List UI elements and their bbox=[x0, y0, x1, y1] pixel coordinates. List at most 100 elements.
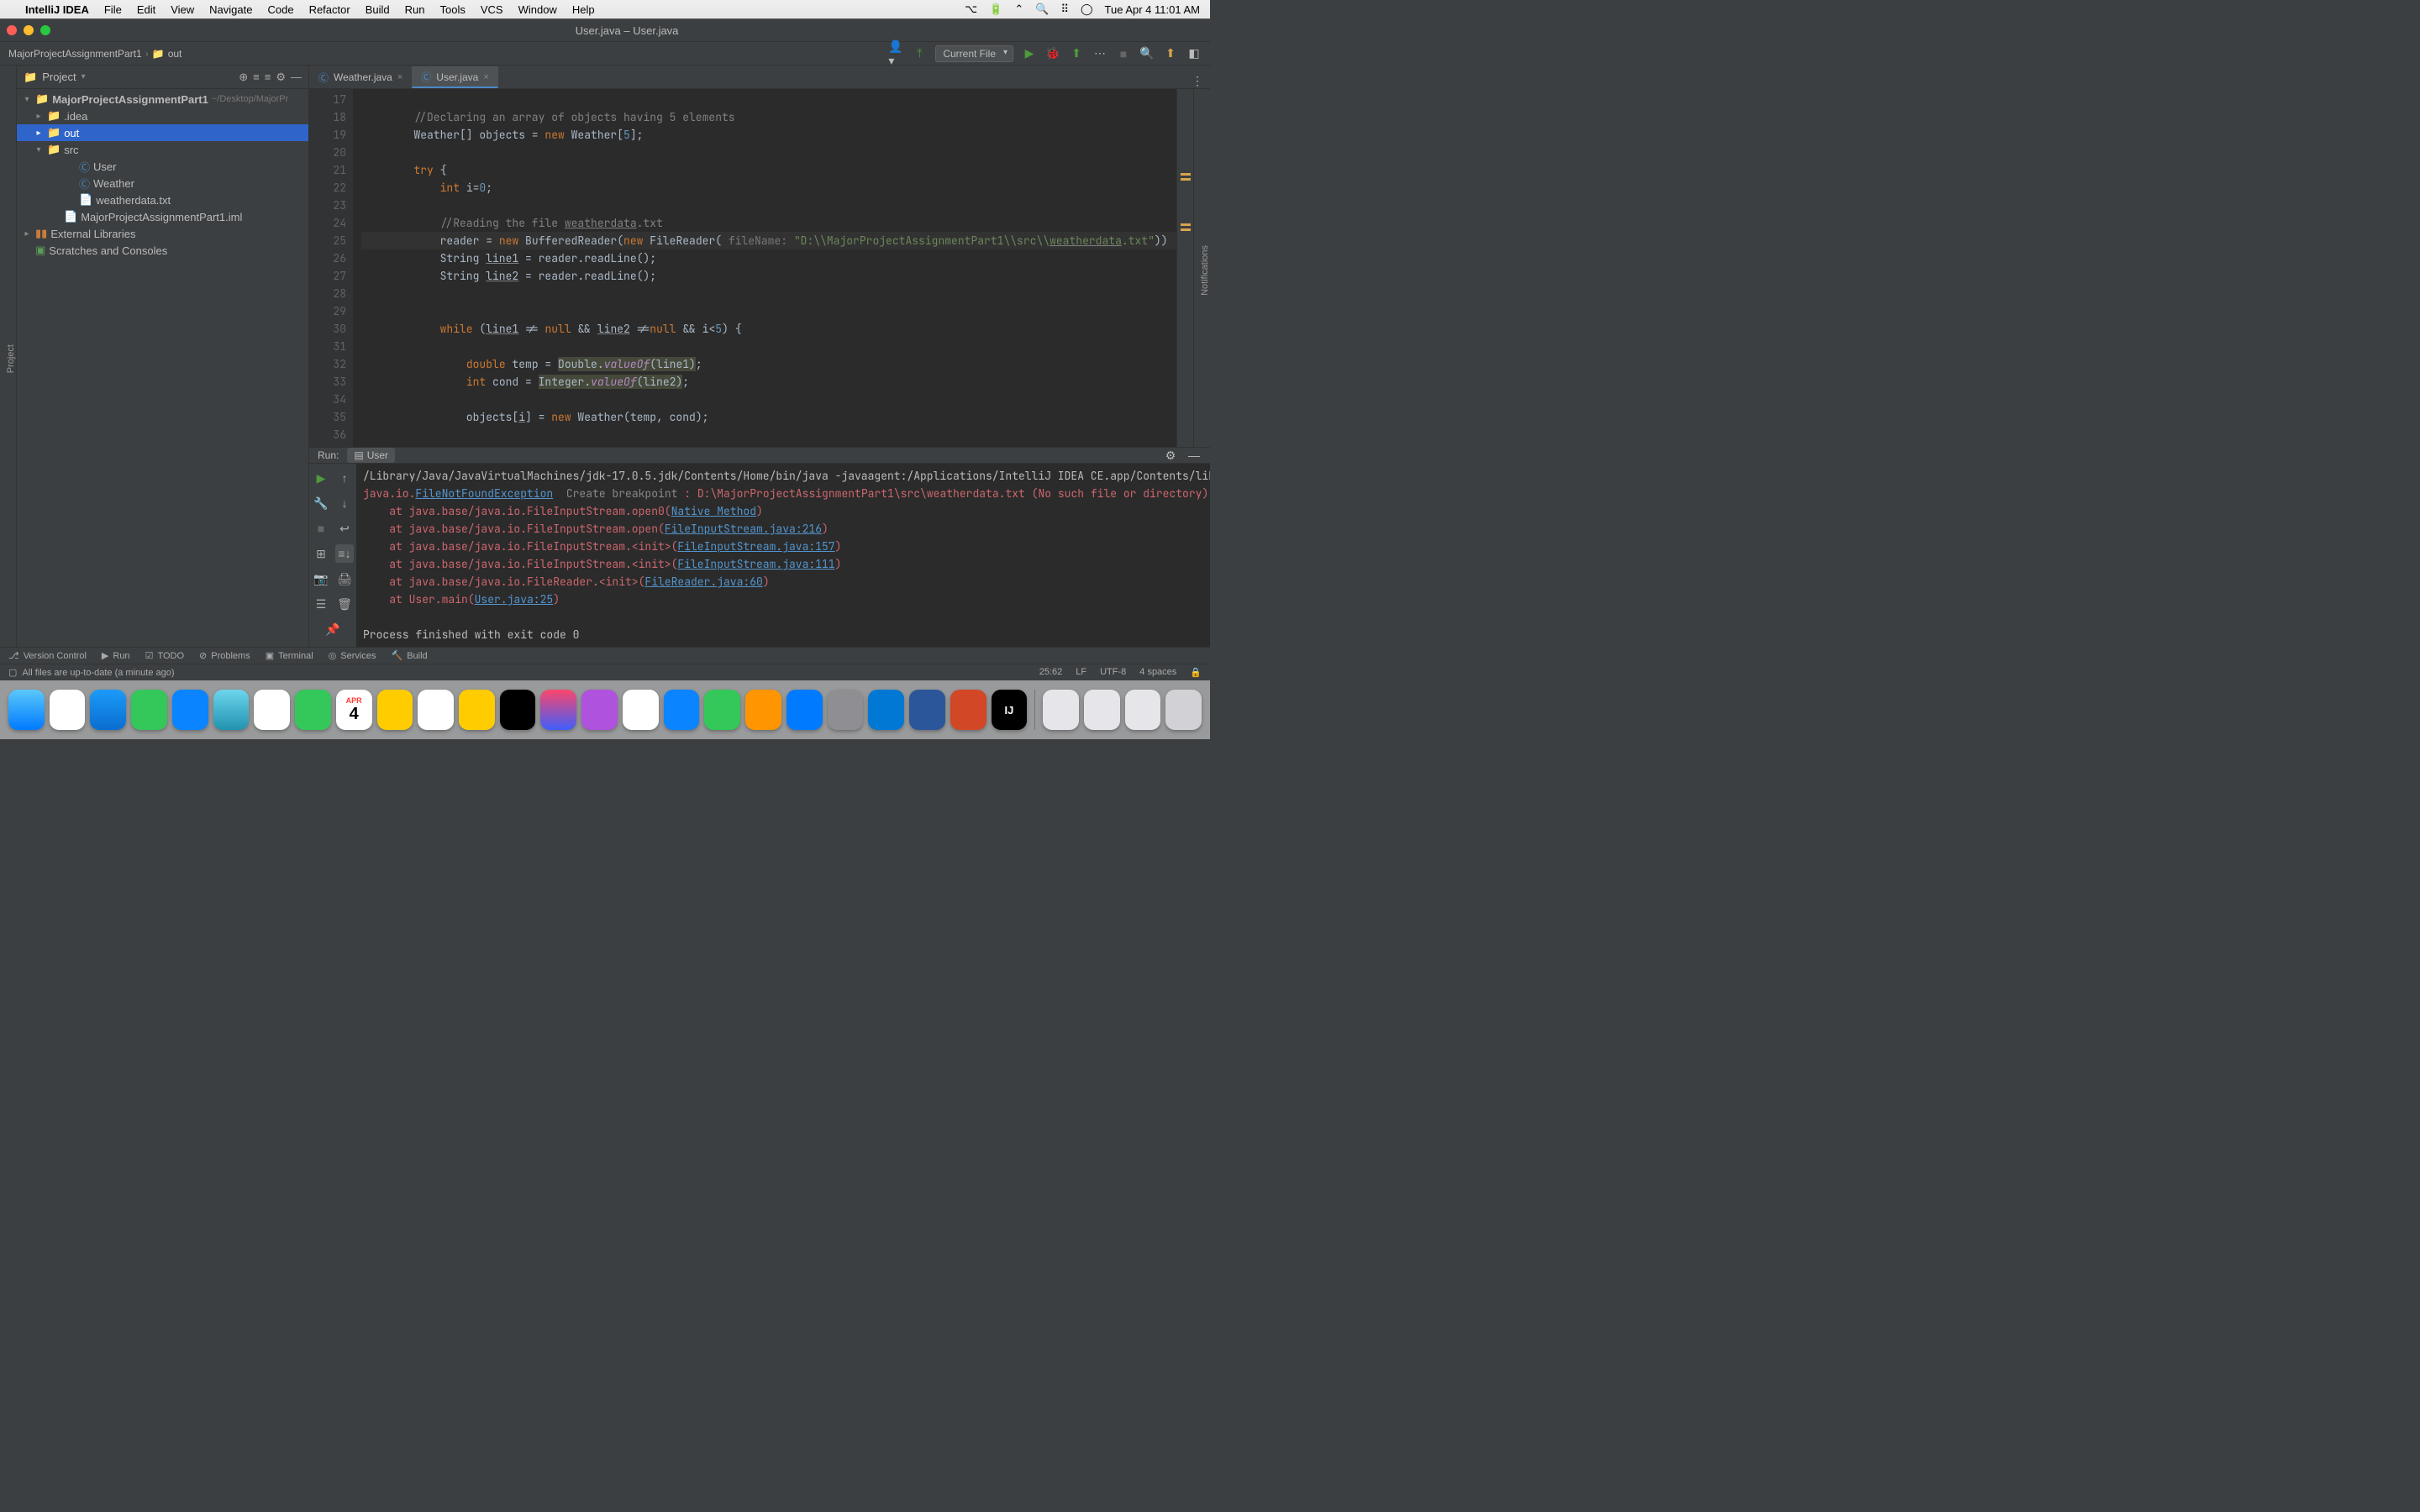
battery-icon[interactable]: 🔋 bbox=[989, 3, 1002, 16]
soft-wrap-icon[interactable]: ↩ bbox=[335, 519, 354, 538]
status-readonly-icon[interactable]: 🔒 bbox=[1190, 667, 1202, 678]
status-line-ending[interactable]: LF bbox=[1076, 667, 1086, 678]
menubar-clock[interactable]: Tue Apr 4 11:01 AM bbox=[1105, 3, 1200, 16]
build-icon[interactable]: ⤒ bbox=[912, 46, 927, 61]
dock-reminders[interactable] bbox=[418, 690, 454, 730]
status-caret-pos[interactable]: 25:62 bbox=[1039, 667, 1063, 678]
menu-edit[interactable]: Edit bbox=[137, 3, 155, 16]
run-console[interactable]: /Library/Java/JavaVirtualMachines/jdk-17… bbox=[356, 464, 1210, 647]
stop-process-icon[interactable]: ■ bbox=[312, 519, 330, 538]
menu-help[interactable]: Help bbox=[572, 3, 595, 16]
menu-app[interactable]: IntelliJ IDEA bbox=[25, 3, 89, 16]
camera-icon[interactable]: 📷 bbox=[312, 570, 330, 588]
editor-content[interactable]: //Declaring an array of objects having 5… bbox=[353, 89, 1176, 447]
wrench-icon[interactable]: 🔧 bbox=[312, 494, 330, 512]
dock-outlook[interactable] bbox=[868, 690, 904, 730]
scroll-to-end-icon[interactable]: ≡↓ bbox=[335, 544, 354, 563]
status-vcs-icon[interactable]: ▢ bbox=[8, 667, 17, 678]
profiler-button[interactable]: ⋯ bbox=[1092, 46, 1107, 61]
editor-more-icon[interactable]: ⋮ bbox=[1190, 73, 1205, 88]
layout-icon[interactable]: ⊞ bbox=[312, 544, 330, 563]
dock-music[interactable] bbox=[540, 690, 576, 730]
tool-todo[interactable]: ☑ TODO bbox=[145, 650, 184, 661]
project-view-title[interactable]: Project bbox=[42, 71, 76, 83]
run-settings-icon[interactable]: ⚙ bbox=[1163, 448, 1178, 463]
hide-toolwindow-icon[interactable]: — bbox=[291, 71, 302, 83]
project-tree[interactable]: ▾📁 MajorProjectAssignmentPart1 ~/Desktop… bbox=[17, 89, 308, 259]
status-indent[interactable]: 4 spaces bbox=[1139, 667, 1176, 678]
dock-mail[interactable] bbox=[172, 690, 208, 730]
menu-refactor[interactable]: Refactor bbox=[309, 3, 350, 16]
tab-weather[interactable]: ⒸWeather.java× bbox=[309, 66, 412, 88]
dock-appstore-2[interactable] bbox=[786, 690, 823, 730]
menu-run[interactable]: Run bbox=[405, 3, 425, 16]
tree-weatherdata[interactable]: 📄weatherdata.txt bbox=[17, 192, 308, 208]
notifications-tool-tab[interactable]: Notifications bbox=[1200, 245, 1210, 296]
dock-settings[interactable] bbox=[828, 690, 864, 730]
dock-notes[interactable] bbox=[459, 690, 495, 730]
tool-run[interactable]: ▶ Run bbox=[102, 650, 130, 661]
dock-podcasts[interactable] bbox=[581, 690, 618, 730]
tree-external-libs[interactable]: ▸▮▮External Libraries bbox=[17, 225, 308, 242]
ide-updates-icon[interactable]: ⬆ bbox=[1163, 46, 1178, 61]
trash-icon[interactable]: 🗑 bbox=[335, 595, 354, 613]
code-editor[interactable]: 1718192021222324252627282930313233343536… bbox=[309, 89, 1176, 447]
ide-settings-icon[interactable]: ◧ bbox=[1186, 46, 1202, 61]
breadcrumb-project[interactable]: MajorProjectAssignmentPart1 bbox=[8, 48, 142, 60]
window-close-button[interactable] bbox=[7, 25, 17, 35]
window-minimize-button[interactable] bbox=[24, 25, 34, 35]
run-config-selector[interactable]: Current File bbox=[935, 45, 1013, 62]
print-icon[interactable]: 🖨 bbox=[335, 570, 354, 588]
select-opened-file-icon[interactable]: ⊕ bbox=[239, 71, 248, 84]
coverage-button[interactable]: ⬆ bbox=[1069, 46, 1084, 61]
menu-build[interactable]: Build bbox=[366, 3, 390, 16]
run-config-tab[interactable]: ▤User bbox=[347, 448, 395, 463]
tree-weather[interactable]: ⒸWeather bbox=[17, 175, 308, 192]
status-encoding[interactable]: UTF-8 bbox=[1100, 667, 1126, 678]
dock-intellij[interactable]: IJ bbox=[992, 690, 1028, 730]
dock-numbers[interactable] bbox=[704, 690, 740, 730]
menu-vcs[interactable]: VCS bbox=[481, 3, 503, 16]
tree-scratches[interactable]: ▣Scratches and Consoles bbox=[17, 242, 308, 259]
editor-error-stripe[interactable] bbox=[1176, 89, 1193, 447]
tree-src[interactable]: ▾📁src bbox=[17, 141, 308, 158]
dock-recent-2[interactable] bbox=[1084, 690, 1120, 730]
tool-version-control[interactable]: ⎇ Version Control bbox=[8, 650, 87, 661]
expand-all-icon[interactable]: ≡ bbox=[253, 71, 260, 83]
breadcrumb-out[interactable]: 📁out bbox=[152, 48, 182, 60]
project-settings-icon[interactable]: ⚙ bbox=[276, 71, 286, 84]
dock-trash[interactable] bbox=[1165, 690, 1202, 730]
tool-services[interactable]: ◎ Services bbox=[329, 650, 376, 661]
tool-problems[interactable]: ⊘ Problems bbox=[199, 650, 250, 661]
pin-icon[interactable]: 📌 bbox=[324, 620, 342, 638]
dock-finder[interactable] bbox=[8, 690, 45, 730]
menu-file[interactable]: File bbox=[104, 3, 122, 16]
dock-facetime[interactable] bbox=[295, 690, 331, 730]
siri-icon[interactable]: ◯ bbox=[1081, 3, 1093, 16]
tree-iml[interactable]: 📄MajorProjectAssignmentPart1.iml bbox=[17, 208, 308, 225]
spotlight-icon[interactable]: 🔍 bbox=[1035, 3, 1049, 16]
dock-recent-1[interactable] bbox=[1043, 690, 1079, 730]
tree-user[interactable]: ⒸUser bbox=[17, 158, 308, 175]
close-icon[interactable]: × bbox=[397, 72, 402, 82]
run-hide-icon[interactable]: — bbox=[1186, 448, 1202, 463]
search-everywhere-icon[interactable]: 🔍 bbox=[1139, 46, 1155, 61]
project-view-dropdown-icon[interactable]: ▾ bbox=[82, 72, 86, 81]
bluetooth-icon[interactable]: ⌥ bbox=[965, 3, 977, 16]
dock-contacts[interactable] bbox=[377, 690, 413, 730]
dock-word[interactable] bbox=[909, 690, 945, 730]
collapse-all-icon[interactable]: ≡ bbox=[265, 71, 271, 83]
menu-tools[interactable]: Tools bbox=[439, 3, 465, 16]
dock-news[interactable] bbox=[623, 690, 659, 730]
editor-gutter[interactable]: 1718192021222324252627282930313233343536 bbox=[309, 89, 353, 447]
dock-calendar[interactable]: APR4 bbox=[336, 690, 372, 730]
dock-tv[interactable] bbox=[500, 690, 536, 730]
menu-view[interactable]: View bbox=[171, 3, 194, 16]
dock-safari[interactable] bbox=[90, 690, 126, 730]
tree-root[interactable]: ▾📁 MajorProjectAssignmentPart1 ~/Desktop… bbox=[17, 91, 308, 108]
window-zoom-button[interactable] bbox=[40, 25, 50, 35]
menu-navigate[interactable]: Navigate bbox=[209, 3, 252, 16]
wifi-icon[interactable]: ⌃ bbox=[1014, 3, 1023, 16]
code-with-me-icon[interactable]: 👤▾ bbox=[888, 46, 903, 61]
dock-recent-3[interactable] bbox=[1125, 690, 1161, 730]
